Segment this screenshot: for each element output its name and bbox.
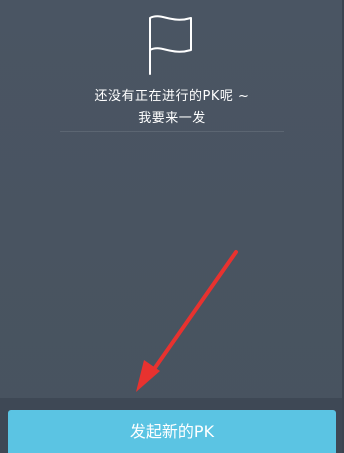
empty-state-message: 还没有正在进行的PK呢 ~	[94, 89, 250, 104]
start-one-link[interactable]: 我要来一发	[0, 110, 344, 128]
start-new-pk-button[interactable]: 发起新的PK	[8, 410, 336, 453]
pk-empty-screen: 还没有正在进行的PK呢 ~ 我要来一发 发起新的PK	[0, 0, 344, 453]
divider	[60, 131, 284, 132]
flag-icon	[149, 15, 192, 75]
